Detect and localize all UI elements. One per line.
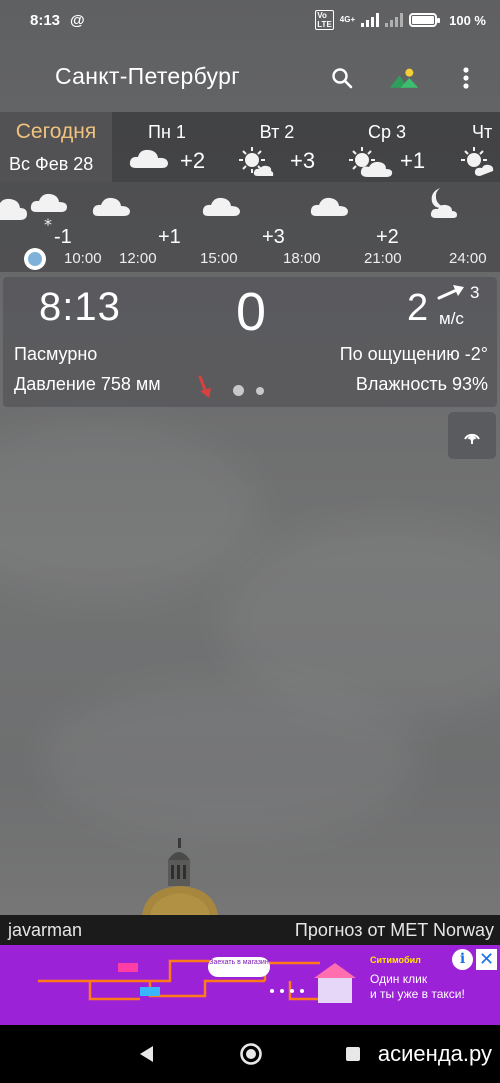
signal-2-icon [385, 13, 404, 27]
forecast-source[interactable]: Прогноз от MET Norway [295, 920, 494, 941]
network-type: 4G+ [339, 15, 356, 24]
page-dot [256, 386, 264, 395]
hour-time: 10:00 [64, 250, 102, 267]
hour-time: 18:00 [283, 250, 321, 267]
ad-close-icon[interactable]: ✕ [476, 949, 497, 970]
ad-banner[interactable]: Заехать в магазин Ситимобил Один клик и … [0, 945, 500, 1025]
cloud-icon [202, 194, 242, 223]
current-conditions-card[interactable]: 8:13 0 2 3 м/с Пасмурно По ощущению -2° … [3, 277, 497, 407]
ad-headline-2: и ты уже в такси! [370, 987, 465, 1001]
watermark: асиенда.ру [377, 1041, 492, 1066]
ad-headline-1: Один клик [370, 972, 428, 986]
radar-icon [464, 433, 480, 444]
wind-direction-icon [437, 285, 465, 306]
signal-icon [361, 13, 380, 27]
cloud-icon [0, 190, 28, 227]
current-time: 8:13 [39, 285, 121, 329]
sun-cloud-icon [348, 146, 394, 183]
radar-button[interactable] [448, 412, 496, 459]
moon-cloud-icon [420, 186, 460, 225]
system-nav-bar: асиенда.ру [0, 1025, 500, 1083]
more-vert-icon[interactable] [450, 62, 482, 94]
pressure-trend-icon [197, 375, 213, 404]
hourly-strip[interactable]: * -1 +1 +3 +2 10:00 12:00 15:00 18:00 21… [0, 182, 500, 272]
volte-icon: Vo LTE [315, 10, 334, 30]
status-bar: 8:13 @ Vo LTE 4G+ 100 % [0, 0, 500, 40]
hour-temp: +2 [376, 226, 399, 248]
day-name: Сегодня [15, 120, 97, 143]
condition-text: Пасмурно [14, 344, 98, 364]
back-icon[interactable] [133, 1041, 159, 1067]
day-tue[interactable]: Вт 2 +3 [222, 112, 332, 182]
cloud-icon [92, 194, 132, 223]
recents-icon[interactable] [340, 1041, 366, 1067]
day-today[interactable]: Сегодня Вс Фев 28 [0, 112, 112, 182]
wallpaper-icon[interactable] [388, 62, 420, 94]
day-name: Вт 2 [259, 122, 295, 142]
day-date: Вс Фев 28 [9, 154, 94, 174]
day-mon[interactable]: Пн 1 +2 [112, 112, 222, 182]
page-dot-active [233, 385, 244, 396]
city-title[interactable]: Санкт-Петербург [55, 63, 240, 90]
sun-cloud-icon [460, 146, 496, 182]
day-name: Ср 3 [367, 122, 407, 142]
day-temp: +1 [400, 148, 426, 173]
cathedral-dome-image [140, 838, 220, 920]
hour-time: 24:00 [449, 250, 487, 267]
ad-info-icon[interactable]: i [452, 949, 473, 970]
day-temp: +2 [180, 148, 206, 173]
photo-credit-bar: javarman Прогноз от MET Norway [0, 915, 500, 945]
at-icon: @ [70, 11, 85, 29]
feels-like: По ощущению -2° [339, 344, 488, 364]
battery-percent: 100 % [449, 12, 486, 28]
status-time: 8:13 [30, 11, 61, 29]
hour-temp: +1 [158, 226, 181, 248]
svg-text:*: * [44, 215, 52, 232]
ad-brand: Ситимобил [370, 955, 421, 965]
hour-temp: +3 [262, 226, 285, 248]
current-temp: 0 [236, 282, 267, 342]
days-strip: Сегодня Вс Фев 28 Пн 1 +2 Вт 2 +3 Ср 3 +… [0, 112, 500, 182]
cloud-icon [128, 146, 170, 175]
photo-author[interactable]: javarman [8, 920, 82, 941]
hour-time: 21:00 [364, 250, 402, 267]
humidity: Влажность 93% [355, 374, 488, 394]
hour-temp: -1 [54, 226, 72, 248]
sun-cloud-icon [238, 146, 274, 183]
app-bar: Санкт-Петербург [0, 40, 500, 112]
wind-unit: м/с [439, 309, 464, 328]
day-temp: +3 [290, 148, 316, 173]
home-icon[interactable] [238, 1041, 264, 1067]
current-hour-marker[interactable] [24, 248, 46, 270]
wind-speed: 2 [407, 287, 429, 329]
day-thu[interactable]: Чт [442, 112, 498, 182]
day-name: Пн 1 [148, 122, 186, 142]
hour-time: 15:00 [200, 250, 238, 267]
ad-pill-label: Заехать в магазин [208, 957, 270, 977]
page-indicator [233, 385, 264, 396]
search-icon[interactable] [326, 62, 358, 94]
battery-icon [409, 13, 441, 27]
wind-gust: 3 [470, 283, 480, 302]
status-icons: Vo LTE 4G+ 100 % [315, 10, 486, 30]
pressure: Давление 758 мм [14, 374, 161, 394]
day-name: Чт [472, 122, 493, 142]
day-wed[interactable]: Ср 3 +1 [332, 112, 442, 182]
cloud-icon [310, 194, 350, 223]
hour-time: 12:00 [119, 250, 157, 267]
